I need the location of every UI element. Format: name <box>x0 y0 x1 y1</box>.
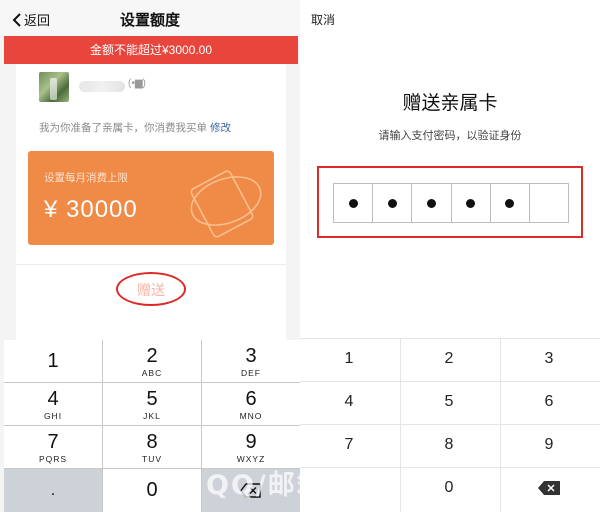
delete-key[interactable] <box>500 467 598 509</box>
key-0[interactable]: 0 <box>400 467 498 509</box>
key-7[interactable]: 7 PQRS <box>4 426 102 469</box>
key-separator <box>300 467 600 468</box>
pin-dot <box>387 198 397 208</box>
key-4[interactable]: 4 <box>300 381 398 423</box>
blurred-user-id: (•▆) <box>128 78 146 89</box>
password-screen: 取消 赠送亲属卡 请输入支付密码，以验证身份 1 2 3 4 5 6 7 8 9… <box>300 0 600 512</box>
key-9[interactable]: 9 <box>500 424 598 466</box>
key-0[interactable]: 0 <box>103 469 201 512</box>
pin-cell <box>491 184 530 222</box>
description-text: 我为你准备了亲属卡，你消费我买单 <box>39 122 207 134</box>
pin-cell <box>530 184 568 222</box>
key-separator <box>102 340 103 512</box>
key-1[interactable]: 1 <box>4 340 102 383</box>
dialog-subtitle: 请输入支付密码，以验证身份 <box>378 130 522 142</box>
pin-dot <box>505 198 515 208</box>
monthly-limit-card[interactable]: 设置每月消费上限 ¥ 30000 <box>28 151 274 245</box>
key-8[interactable]: 8 TUV <box>103 426 201 469</box>
key-separator <box>300 338 600 339</box>
key-separator <box>201 340 202 512</box>
divider <box>16 264 286 265</box>
avatar <box>39 72 69 102</box>
pin-cell <box>334 184 374 222</box>
backspace-icon <box>538 481 560 495</box>
numeric-keypad: 1 2 ABC 3 DEF 4 GHI 5 JKL 6 MNO 7 PQRS 8 TUV 9W… <box>4 340 300 512</box>
key-1[interactable]: 1 <box>300 338 398 380</box>
key-7[interactable]: 7 <box>300 424 398 466</box>
key-3[interactable]: 3 DEF <box>202 340 300 383</box>
card-description: 我为你准备了亲属卡，你消费我买单 修改 <box>39 120 231 135</box>
key-separator <box>4 468 300 469</box>
card-decoration-icon <box>190 170 262 238</box>
backspace-icon <box>240 483 261 498</box>
key-decimal[interactable]: . <box>4 469 102 512</box>
page-title: 设置额度 <box>119 12 180 29</box>
key-separator <box>4 382 300 383</box>
pin-dot <box>426 198 436 208</box>
key-6[interactable]: 6 MNO <box>202 383 300 426</box>
nav-bar: 返回 设置额度 <box>0 0 300 36</box>
dialog-title: 赠送亲属卡 <box>402 93 498 114</box>
key-blank <box>300 467 398 509</box>
amount-warning-banner: 金额不能超过¥3000.00 <box>4 36 298 64</box>
key-9[interactable]: 9 WXYZ <box>202 426 300 469</box>
edit-link[interactable]: 修改 <box>210 122 231 134</box>
key-separator <box>400 338 401 512</box>
pin-cell <box>452 184 491 222</box>
key-8[interactable]: 8 <box>400 424 498 466</box>
set-limit-screen: 返回 设置额度 金额不能超过¥3000.00 (•▆) 我为你准备了亲属卡，你消… <box>0 0 300 512</box>
pin-dot <box>466 198 476 208</box>
pin-input[interactable] <box>333 183 569 223</box>
key-4[interactable]: 4 GHI <box>4 383 102 426</box>
key-separator <box>4 425 300 426</box>
limit-amount: ¥ 30000 <box>44 196 138 223</box>
pin-cell <box>373 184 413 222</box>
delete-key[interactable] <box>202 469 300 512</box>
pin-highlight-box <box>317 166 583 238</box>
key-2[interactable]: 2 ABC <box>103 340 201 383</box>
password-keypad: 1 2 3 4 5 6 7 8 9 0 <box>300 338 600 512</box>
limit-label: 设置每月消费上限 <box>44 172 128 184</box>
blurred-user-name <box>79 81 125 92</box>
key-5[interactable]: 5 <box>400 381 498 423</box>
key-6[interactable]: 6 <box>500 381 598 423</box>
key-2[interactable]: 2 <box>400 338 498 380</box>
pin-cell <box>412 184 452 222</box>
key-separator <box>300 381 600 382</box>
pin-dot <box>348 198 358 208</box>
key-separator <box>300 424 600 425</box>
key-3[interactable]: 3 <box>500 338 598 380</box>
key-separator <box>500 338 501 512</box>
cancel-button[interactable]: 取消 <box>311 11 335 28</box>
key-5[interactable]: 5 JKL <box>103 383 201 426</box>
highlight-circle <box>116 272 186 306</box>
family-card-panel: (•▆) 我为你准备了亲属卡，你消费我买单 修改 设置每月消费上限 ¥ 30000… <box>16 64 286 340</box>
